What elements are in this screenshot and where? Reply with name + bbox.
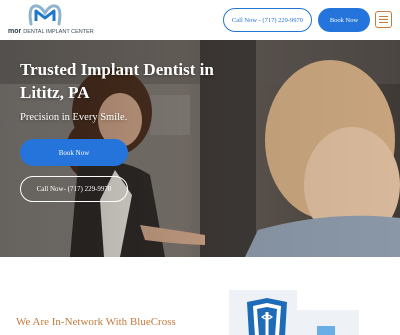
hero-banner: Trusted Implant Dentist in Lititz, PA Pr… [0, 40, 400, 257]
hero-subtitle: Precision in Every Smile. [20, 112, 128, 123]
hero-book-now-button[interactable]: Book Now [20, 139, 128, 166]
insurance-section: We Are In-Network With BlueCross BlueShi… [0, 257, 400, 335]
hamburger-menu-icon[interactable] [375, 11, 392, 28]
bluecross-blueshield-logo-icon [229, 290, 359, 335]
network-heading: We Are In-Network With BlueCross BlueShi… [16, 316, 176, 335]
hero-call-now-button[interactable]: Call Now- (717) 229-9970 [20, 176, 128, 202]
book-now-button[interactable]: Book Now [318, 8, 370, 32]
hero-title: Trusted Implant Dentist in Lititz, PA [20, 60, 214, 102]
call-now-button[interactable]: Call Now - (717) 229-9970 [223, 8, 312, 32]
logo-mark-icon [28, 4, 62, 26]
logo-wordmark: mor DENTAL IMPLANT CENTER [8, 28, 94, 35]
site-header: mor DENTAL IMPLANT CENTER Call Now - (717… [0, 0, 400, 40]
logo[interactable]: mor DENTAL IMPLANT CENTER [8, 3, 94, 37]
